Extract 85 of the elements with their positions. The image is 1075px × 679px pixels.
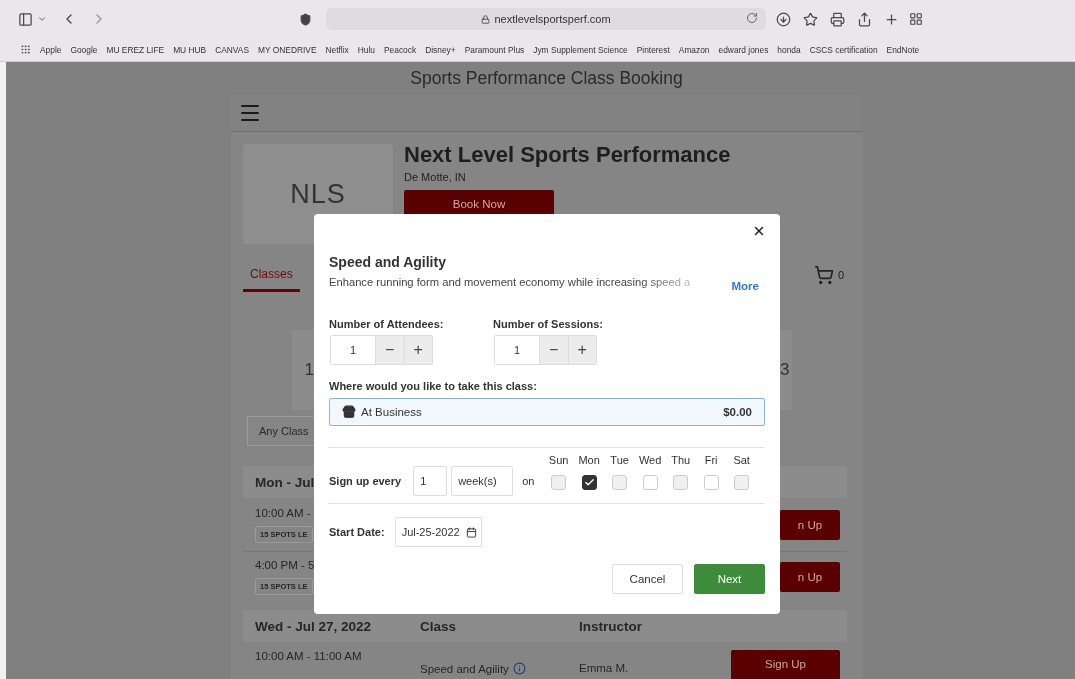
class-description: Enhance running form and movement economy while increasing speed a [329, 276, 692, 288]
bookmark-link[interactable]: Apple [40, 44, 62, 55]
grid-icon[interactable] [909, 12, 923, 26]
bookmark-link[interactable]: Google [70, 44, 98, 55]
class-filter[interactable]: Any Class [247, 416, 314, 446]
more-link[interactable]: More [731, 280, 759, 292]
day-heading: Wed - Jul 27, 2022 [255, 618, 372, 634]
day-label: Fri [704, 454, 718, 466]
sidebar-icon[interactable] [18, 11, 33, 27]
bookmark-link[interactable]: honda [777, 44, 801, 55]
day-label: Sat [733, 454, 750, 466]
field-label: Number of Sessions: [493, 318, 605, 330]
on-label: on [522, 475, 535, 487]
day-checkbox[interactable] [581, 475, 597, 490]
day-label: Wed [638, 454, 662, 466]
bookmark-link[interactable]: Disney+ [425, 44, 456, 55]
bookmark-link[interactable]: MU HUB [173, 44, 207, 55]
shield-icon[interactable] [299, 12, 312, 26]
day-label: Thu [671, 454, 691, 466]
sign-up-button[interactable]: Sign Up [731, 650, 840, 679]
bookmark-link[interactable]: Netflix [325, 44, 349, 55]
field-label: Number of Attendees: [329, 318, 445, 330]
increment-button[interactable]: + [567, 336, 596, 364]
apps-grid-icon[interactable] [20, 44, 31, 55]
check-icon [583, 477, 595, 488]
field-label: Where would you like to take this class: [329, 380, 538, 392]
star-icon[interactable] [803, 11, 818, 27]
location-option[interactable]: At Business $0.00 [329, 398, 765, 426]
interval-field[interactable]: 1 [413, 466, 448, 496]
sign-up-button[interactable]: n Up [780, 562, 840, 592]
number-stepper[interactable]: 1 − + [494, 335, 597, 365]
date-card[interactable]: 1 [292, 330, 314, 410]
business-location: De Motte, IN [404, 171, 467, 183]
increment-button[interactable]: + [403, 336, 432, 364]
bookmark-link[interactable]: CANVAS [215, 44, 249, 55]
date-card[interactable]: 3 [780, 330, 792, 410]
bookmark-link[interactable]: EndNote [886, 44, 920, 55]
date-field[interactable]: Jul-25-2022 [394, 517, 482, 547]
cart-count: 0 [837, 269, 844, 281]
business-name: Next Level Sports Performance [404, 142, 731, 168]
bookmark-link[interactable]: CSCS certification [809, 44, 878, 55]
time-range: 10:00 AM - [255, 506, 311, 519]
dialog-title: Speed and Agility [329, 254, 447, 270]
address-bar[interactable]: nextlevelsportsperf.com [326, 8, 766, 30]
day-label: Mon [578, 454, 600, 466]
download-icon[interactable] [776, 11, 791, 27]
column-heading: Instructor [579, 618, 642, 634]
calendar-icon[interactable] [465, 526, 477, 538]
bookmark-link[interactable]: Peacock [384, 44, 417, 55]
decrement-button[interactable]: − [375, 336, 404, 364]
time-range: 4:00 PM - 5 [255, 559, 315, 571]
new-tab-icon[interactable] [884, 11, 899, 27]
next-button[interactable]: Next [694, 564, 765, 594]
day-label: Sun [548, 454, 569, 466]
lock-icon [481, 14, 491, 24]
field-label: Start Date: [329, 526, 385, 538]
sign-up-button[interactable]: n Up [780, 509, 840, 540]
url-text: nextlevelsportsperf.com [494, 13, 611, 25]
class-name: Speed and Agility [420, 662, 509, 675]
info-icon[interactable] [512, 662, 526, 675]
bookmark-link[interactable]: MU EREZ LIFE [106, 44, 165, 55]
share-icon[interactable] [857, 11, 872, 27]
cancel-button[interactable]: Cancel [612, 564, 683, 594]
reload-icon[interactable] [746, 12, 758, 24]
chevron-down-icon[interactable] [37, 14, 47, 24]
bookmark-link[interactable]: Hulu [357, 44, 375, 55]
day-heading: Mon - Jul [255, 474, 315, 490]
printer-icon[interactable] [830, 11, 845, 27]
number-stepper[interactable]: 1 − + [330, 335, 433, 365]
store-icon [342, 405, 356, 419]
bookmark-link[interactable]: Amazon [678, 44, 710, 55]
field-label: Sign up every [329, 475, 402, 487]
bookmark-link[interactable]: Pinterest [636, 44, 670, 55]
day-label: Tue [610, 454, 629, 466]
unit-select[interactable]: week(s) [451, 466, 514, 496]
time-range: 10:00 AM - 11:00 AM [255, 650, 362, 662]
column-heading: Class [420, 618, 457, 634]
bookmark-link[interactable]: MY ONEDRIVE [258, 44, 317, 55]
instructor-name: Emma M. [579, 662, 629, 674]
bookmark-link[interactable]: edward jones [718, 44, 769, 55]
cart-icon[interactable] [813, 265, 834, 285]
page-title: Sports Performance Class Booking [409, 67, 684, 90]
bookmark-link[interactable]: Paramount Plus [464, 44, 525, 55]
decrement-button[interactable]: − [539, 336, 568, 364]
bookmark-link[interactable]: Jym Supplement Science [533, 44, 628, 55]
